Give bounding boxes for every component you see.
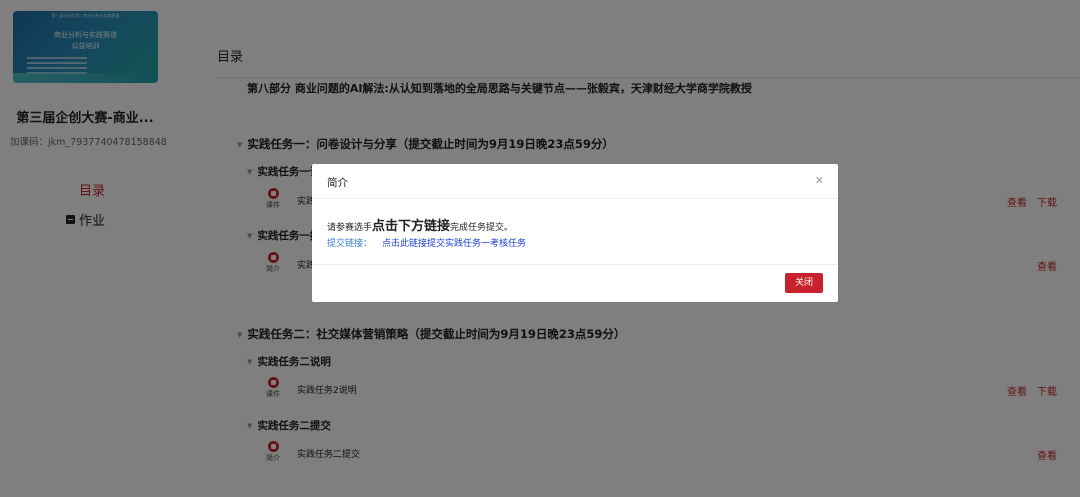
submit-link[interactable]: 点击此链接提交实践任务一考核任务 (382, 239, 526, 249)
instruction-emphasis: 点击下方链接 (372, 219, 451, 234)
dialog-footer: 关闭 (312, 265, 838, 302)
instruction-post: 完成任务提交。 (450, 223, 514, 233)
intro-dialog: 简介 ✕ 请参赛选手点击下方链接完成任务提交。 提交链接： 点击此链接提交实践任务… (312, 164, 838, 302)
instruction-pre: 请参赛选手 (327, 223, 373, 233)
submit-link-row: 提交链接： 点击此链接提交实践任务一考核任务 (327, 236, 526, 249)
instruction-text: 请参赛选手点击下方链接完成任务提交。 (327, 215, 513, 234)
submit-link-label: 提交链接： (327, 239, 373, 249)
dialog-body: 请参赛选手点击下方链接完成任务提交。 提交链接： 点击此链接提交实践任务一考核任务 (312, 199, 838, 265)
dialog-header: 简介 ✕ (312, 164, 838, 199)
close-icon[interactable]: ✕ (815, 174, 824, 187)
dialog-title: 简介 (327, 177, 348, 189)
close-button[interactable]: 关闭 (785, 273, 823, 293)
